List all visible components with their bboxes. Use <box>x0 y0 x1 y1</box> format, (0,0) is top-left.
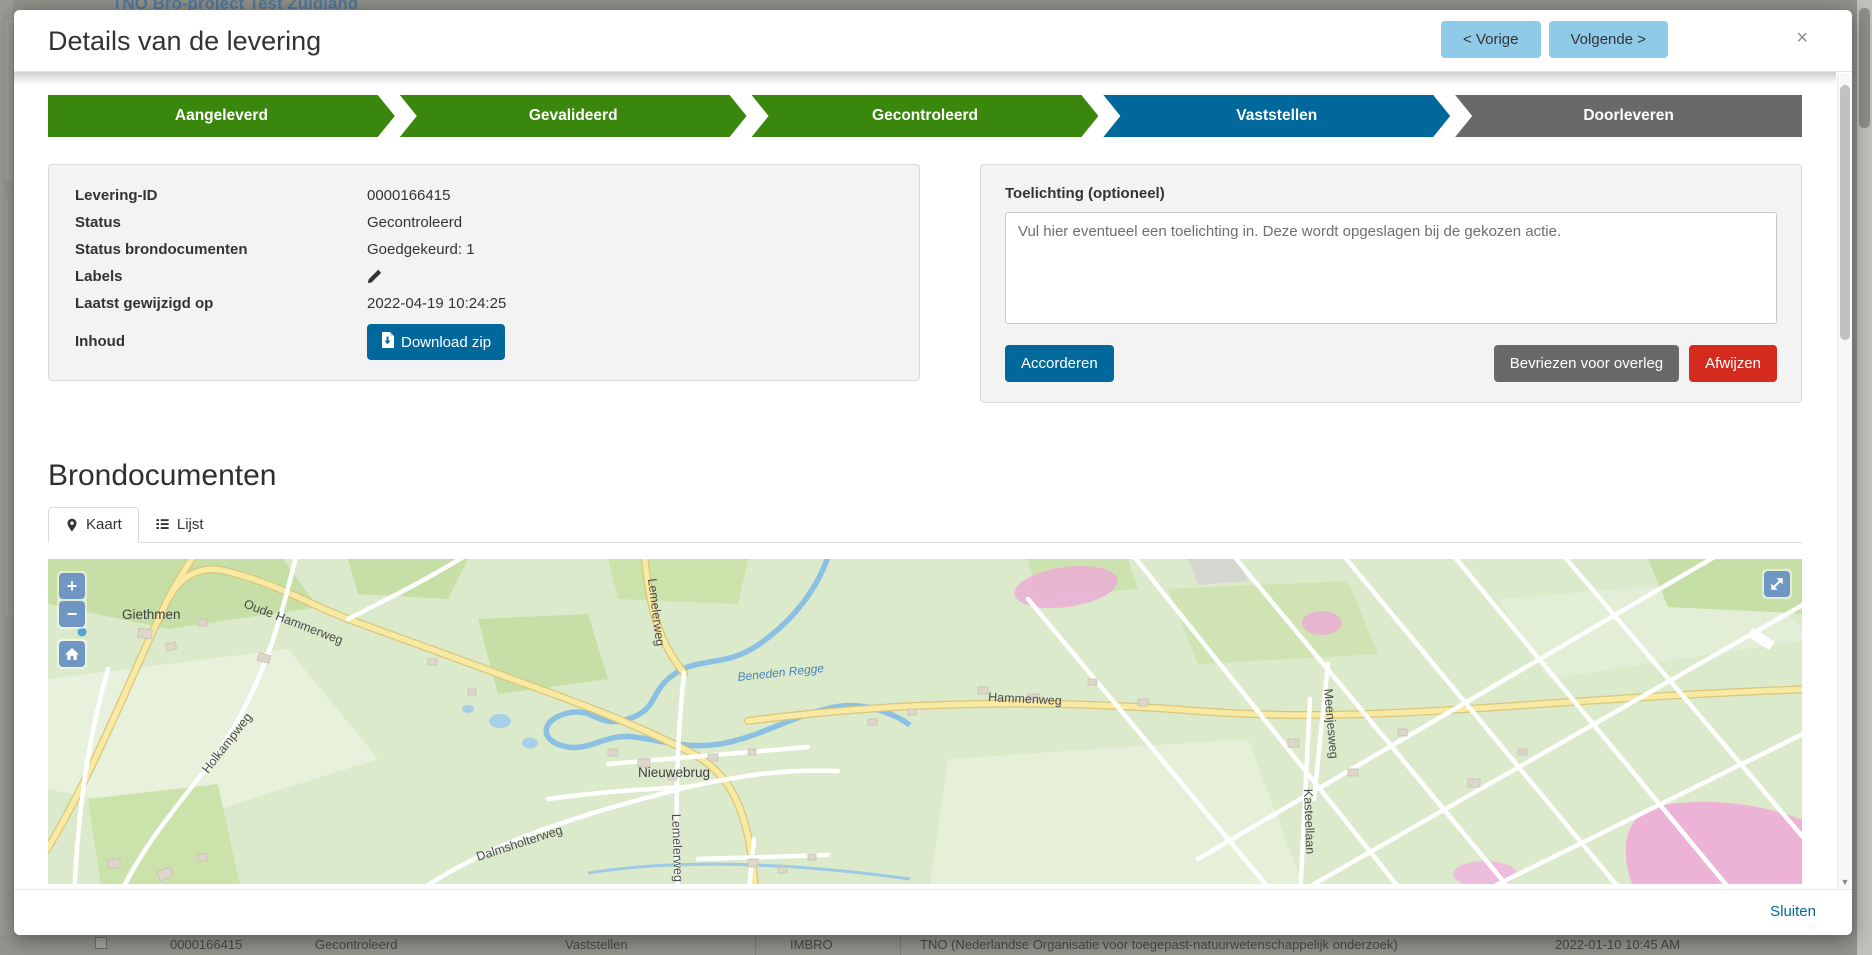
step-doorleveren: Doorleveren <box>1455 95 1802 137</box>
map-zoom-in-button[interactable]: + <box>59 573 85 599</box>
modal-scrollbar-thumb[interactable] <box>1840 85 1850 340</box>
status-brondocumenten-value: Goedgekeurd: 1 <box>367 241 893 258</box>
field-label: Laatst gewijzigd op <box>75 295 367 312</box>
tab-lijst[interactable]: Lijst <box>139 507 220 542</box>
map-home-button[interactable] <box>59 641 85 667</box>
afwijzen-button[interactable]: Afwijzen <box>1689 345 1777 382</box>
map-label: Nieuwebrug <box>638 765 710 780</box>
row-organisation: TNO (Nederlandse Organisatie voor toegep… <box>920 937 1398 952</box>
close-icon[interactable]: × <box>1796 28 1808 48</box>
tab-lijst-label: Lijst <box>177 516 204 533</box>
background-table-row: 0000166415 Gecontroleerd Vaststellen IMB… <box>0 935 1872 955</box>
toelichting-panel: Toelichting (optioneel) Accorderen Bevri… <box>980 164 1802 403</box>
row-status: Gecontroleerd <box>315 937 397 952</box>
list-icon <box>155 517 170 531</box>
map-label: Kasteellaan <box>1301 789 1317 855</box>
step-gevalideerd: Gevalideerd <box>400 95 747 137</box>
next-button[interactable]: Volgende > <box>1549 21 1669 58</box>
modal-scrollbar[interactable]: ▼ <box>1837 73 1851 888</box>
brondocumenten-title: Brondocumenten <box>48 459 1802 493</box>
map-label: Eerde <box>1036 883 1072 884</box>
modal-header: Details van de levering < Vorige Volgend… <box>14 10 1852 72</box>
field-label: Status <box>75 214 367 231</box>
field-label: Inhoud <box>75 333 367 350</box>
map-fullscreen-button[interactable] <box>1764 571 1790 597</box>
bevriezen-button[interactable]: Bevriezen voor overleg <box>1494 345 1679 382</box>
laatst-gewijzigd-value: 2022-04-19 10:24:25 <box>367 295 893 312</box>
accorderen-button[interactable]: Accorderen <box>1005 345 1114 382</box>
fullscreen-icon <box>1768 575 1786 593</box>
sluiten-link[interactable]: Sluiten <box>1770 903 1816 920</box>
status-value: Gecontroleerd <box>367 214 893 231</box>
map-pin-icon <box>65 517 79 533</box>
row-action: Vaststellen <box>565 937 628 952</box>
toelichting-label: Toelichting (optioneel) <box>1005 185 1777 202</box>
map-container[interactable]: Giethmen Oude Hammerweg Holkampweg Lemel… <box>48 559 1802 884</box>
row-id: 0000166415 <box>170 937 242 952</box>
levering-id-value: 0000166415 <box>367 187 893 204</box>
step-gecontroleerd: Gecontroleerd <box>752 95 1099 137</box>
delivery-details-panel: Levering-ID0000166415 StatusGecontroleer… <box>48 164 920 381</box>
tab-kaart[interactable]: Kaart <box>48 507 139 543</box>
modal-footer: Sluiten <box>14 889 1852 935</box>
previous-button[interactable]: < Vorige <box>1441 21 1540 58</box>
modal-body: Aangeleverd Gevalideerd Gecontroleerd Va… <box>14 72 1836 889</box>
edit-labels-icon[interactable] <box>367 268 383 288</box>
map-label: Giethmen <box>122 607 181 622</box>
toelichting-textarea[interactable] <box>1005 212 1777 324</box>
field-label: Levering-ID <box>75 187 367 204</box>
download-zip-label: Download zip <box>401 334 491 351</box>
row-checkbox <box>95 937 107 949</box>
scroll-down-arrow[interactable]: ▼ <box>1838 877 1852 887</box>
brondocumenten-tabs: Kaart Lijst <box>48 507 1802 543</box>
modal-title: Details van de levering <box>48 26 321 57</box>
step-vaststellen: Vaststellen <box>1103 95 1450 137</box>
page-scrollbar[interactable] <box>1857 0 1872 955</box>
modal-nav: < Vorige Volgende > <box>1441 21 1668 58</box>
map-zoom-out-button[interactable]: − <box>59 601 85 627</box>
delivery-details-modal: Details van de levering < Vorige Volgend… <box>14 10 1852 935</box>
tab-kaart-label: Kaart <box>86 516 122 533</box>
field-label: Status brondocumenten <box>75 241 367 258</box>
background-page-edge <box>0 0 13 955</box>
map-canvas[interactable]: Giethmen Oude Hammerweg Holkampweg Lemel… <box>48 559 1802 884</box>
map-label: Lemelerweg <box>669 814 685 883</box>
step-aangeleverd: Aangeleverd <box>48 95 395 137</box>
page-scrollbar-thumb[interactable] <box>1859 8 1870 128</box>
home-icon <box>63 646 81 662</box>
workflow-stepper: Aangeleverd Gevalideerd Gecontroleerd Va… <box>48 95 1802 137</box>
row-modified: 2022-01-10 10:45 AM <box>1555 937 1680 952</box>
field-label: Labels <box>75 268 367 285</box>
file-download-icon <box>381 332 394 352</box>
row-regime: IMBRO <box>790 937 833 952</box>
download-zip-button[interactable]: Download zip <box>367 324 505 360</box>
